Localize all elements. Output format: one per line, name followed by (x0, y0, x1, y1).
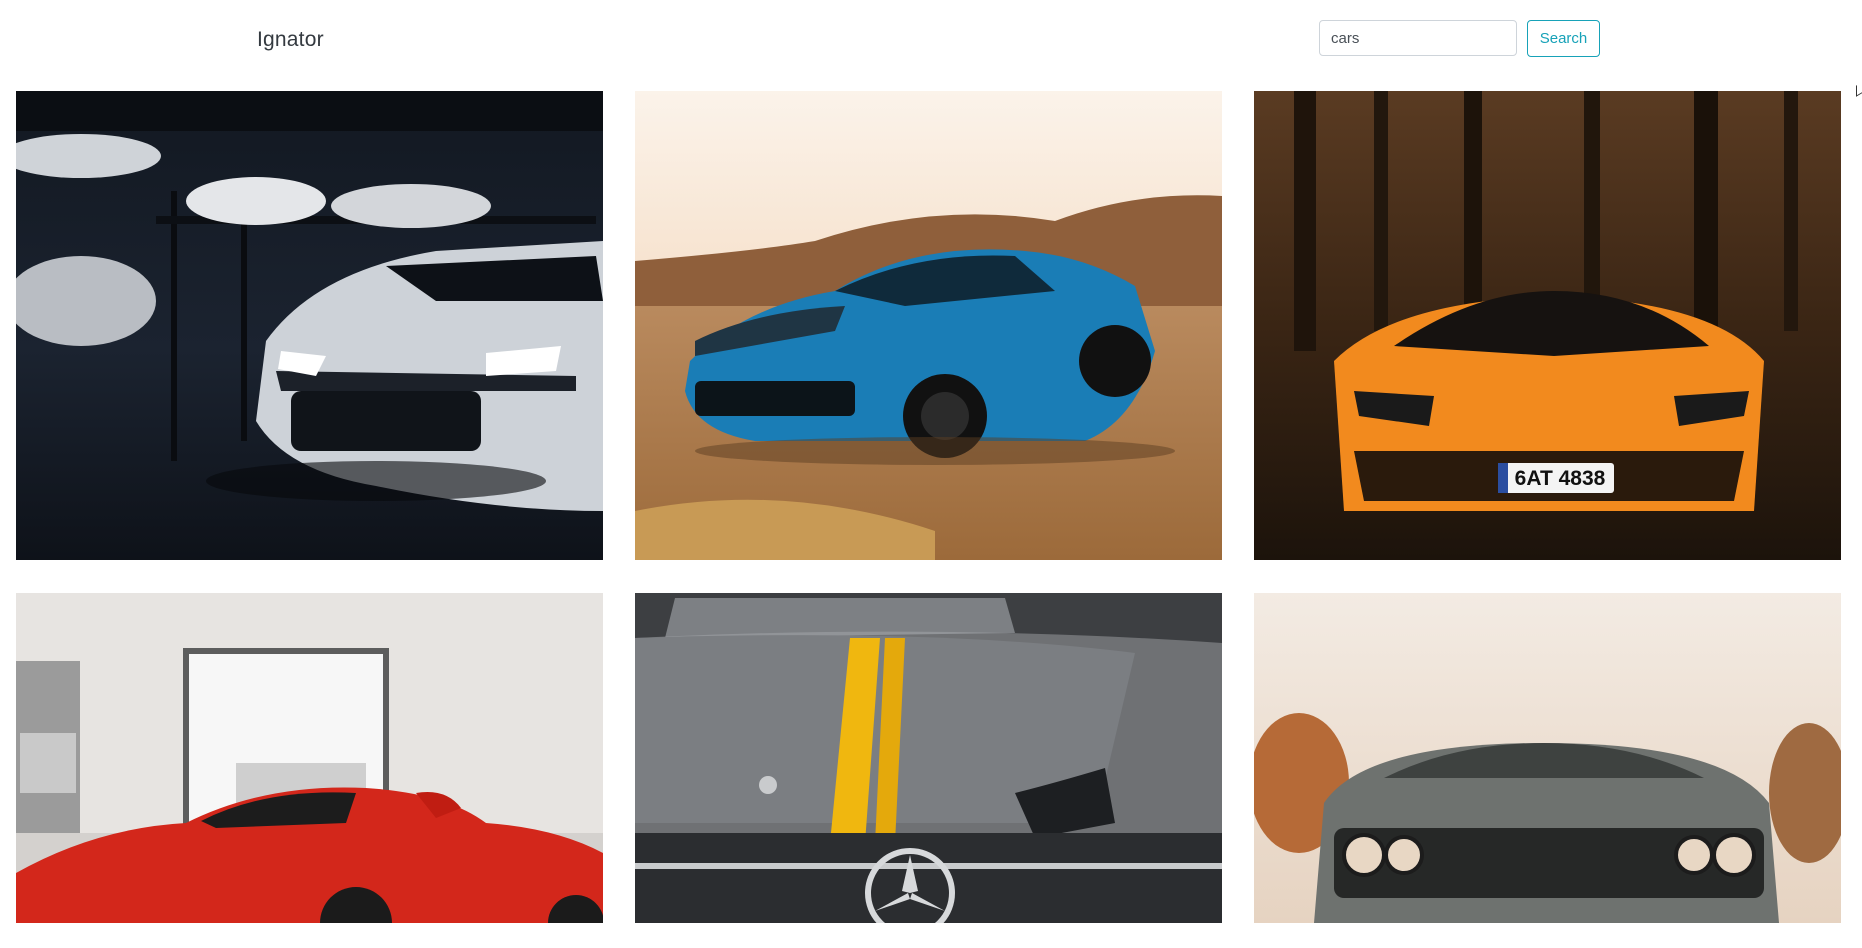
grey-challenger-front-image[interactable] (1254, 593, 1841, 923)
brand-logo[interactable]: Ignator (257, 28, 324, 52)
blue-camaro-desert-image[interactable] (635, 91, 1222, 560)
scroll-edge-mark (1856, 82, 1862, 97)
navbar: Ignator Search (0, 0, 1862, 80)
red-ferrari-showroom-image[interactable] (16, 593, 603, 923)
white-camaro-garage-image[interactable] (16, 91, 603, 560)
grey-mercedes-hood-image[interactable] (635, 593, 1222, 923)
search-button[interactable]: Search (1527, 20, 1600, 57)
license-plate: 6AT 4838 (1515, 467, 1606, 490)
orange-lamborghini-forest-image[interactable]: 6AT 4838 (1254, 91, 1841, 560)
search-input[interactable] (1319, 20, 1517, 56)
